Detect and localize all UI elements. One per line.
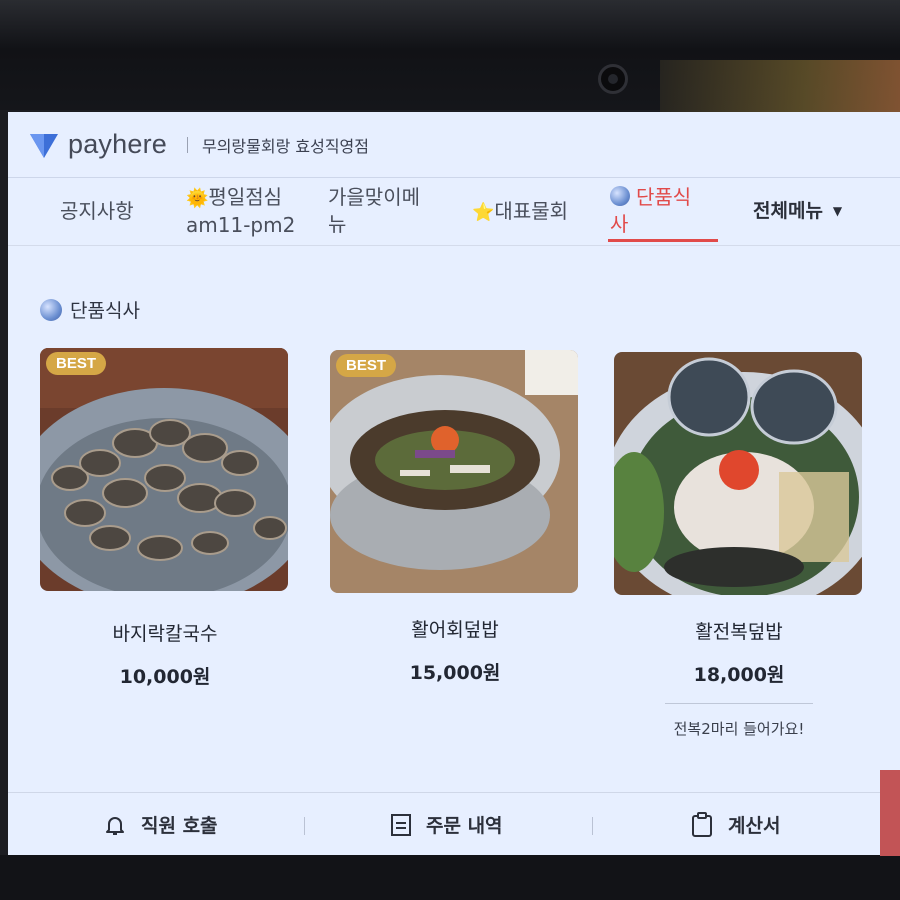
divider: [304, 817, 305, 835]
bill-button[interactable]: 계산서: [690, 811, 780, 838]
call-staff-button[interactable]: 직원 호출: [103, 811, 218, 838]
tab-signature-mulhoe[interactable]: ⭐대표물회: [472, 198, 568, 226]
divider: [665, 703, 813, 704]
tab-label-sub: 사: [610, 212, 629, 236]
all-menu-label: 전체메뉴: [753, 200, 823, 222]
background-red-object: [880, 770, 900, 856]
divider: [592, 817, 593, 835]
bell-icon: [106, 816, 124, 835]
store-name: 무의랑물회랑 효성직영점: [201, 136, 369, 156]
food-image-clam-noodle: BEST: [40, 348, 288, 591]
sun-icon: 🌞: [186, 188, 209, 209]
camera-icon: [598, 64, 628, 94]
tab-label: 공지사항: [60, 199, 134, 223]
all-menu-dropdown[interactable]: 전체메뉴 ▼: [753, 198, 842, 225]
menu-name: 바지락칼국수: [112, 623, 218, 645]
tab-autumn-menu[interactable]: 가을맞이메 뉴: [328, 184, 420, 238]
order-history-label: 주문 내역: [426, 815, 503, 837]
background-scene: [660, 60, 900, 115]
section-title-text: 단품식사: [70, 300, 140, 322]
kiosk-screen: payhere 무의랑물회랑 효성직영점 공지사항 🌞평일점심 am11-pm2…: [8, 112, 900, 855]
food-image-raw-fish-rice-bowl: BEST: [330, 350, 578, 593]
menu-price: 18,000원: [693, 664, 785, 686]
tablet-bezel-bottom: [0, 855, 900, 900]
star-icon: ⭐: [472, 202, 495, 223]
menu-price: 15,000원: [409, 662, 501, 684]
category-tabs: 공지사항 🌞평일점심 am11-pm2 가을맞이메 뉴 ⭐대표물회 단품식 사 …: [8, 178, 900, 246]
divider: [186, 136, 188, 153]
tab-label: 대표물회: [494, 199, 569, 223]
logo-text: payhere: [68, 129, 167, 159]
payhere-logo-icon: [30, 133, 58, 158]
blue-circle-icon: [610, 186, 630, 206]
tab-single-meal[interactable]: 단품식 사: [610, 184, 691, 238]
tab-label: 평일점심: [208, 185, 283, 209]
tab-label: 단품식: [636, 185, 692, 209]
top-bar: payhere 무의랑물회랑 효성직영점: [8, 112, 900, 178]
tab-label: 가을맞이메: [328, 185, 420, 209]
menu-name: 활어회덮밥: [411, 619, 499, 641]
chevron-down-icon: ▼: [832, 204, 843, 218]
tab-label-sub: 뉴: [328, 212, 347, 236]
tab-label-sub: am11-pm2: [186, 213, 296, 237]
receipt-icon: [391, 813, 411, 836]
call-staff-label: 직원 호출: [141, 815, 218, 837]
bottom-bar: 직원 호출 주문 내역 계산서: [8, 792, 900, 855]
menu-name: 활전복덮밥: [695, 621, 783, 643]
menu-price: 10,000원: [119, 666, 211, 688]
tablet-bezel-top: [0, 0, 900, 115]
best-badge: BEST: [336, 354, 397, 377]
clipboard-icon: [692, 811, 712, 837]
tab-notice[interactable]: 공지사항: [60, 198, 134, 225]
best-badge: BEST: [46, 352, 107, 375]
menu-card[interactable]: BEST 바지락칼국수 10,000원: [40, 348, 290, 689]
tab-weekday-lunch[interactable]: 🌞평일점심 am11-pm2: [186, 184, 295, 239]
section-title: 단품식사: [40, 296, 140, 323]
menu-description: 전복2마리 들어가요!: [673, 720, 805, 738]
order-history-button[interactable]: 주문 내역: [390, 811, 503, 838]
menu-card[interactable]: BEST 활어회덮밥 15,000원: [330, 350, 580, 685]
active-tab-indicator: [608, 239, 718, 242]
bill-label: 계산서: [728, 815, 781, 837]
blue-circle-icon: [40, 298, 62, 321]
food-image-abalone-rice-bowl: [614, 352, 862, 595]
menu-card[interactable]: 활전복덮밥 18,000원 전복2마리 들어가요!: [614, 352, 864, 739]
